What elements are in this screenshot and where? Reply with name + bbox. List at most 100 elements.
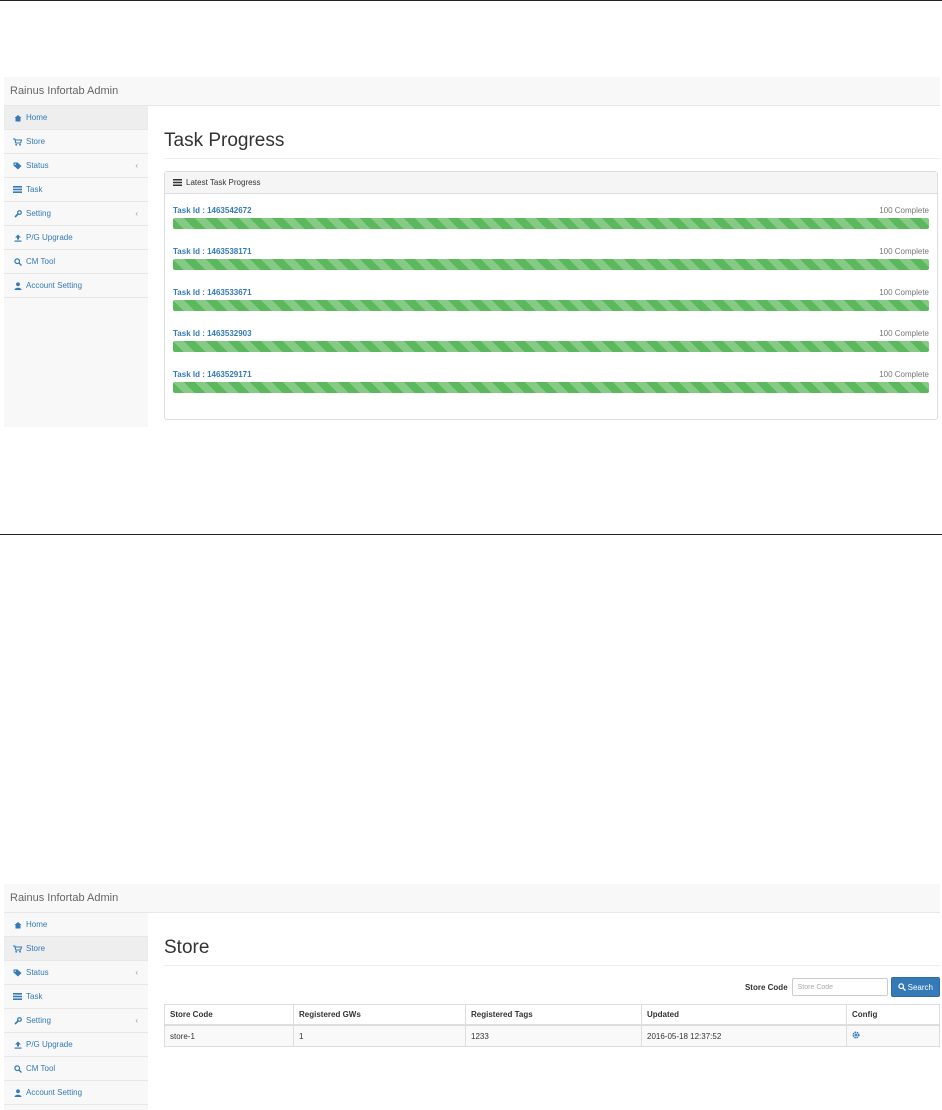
sidebar-item-label: Store xyxy=(26,137,46,146)
sidebar-item-setting[interactable]: Setting ‹ xyxy=(4,202,148,226)
sidebar-item-account-setting[interactable]: Account Setting xyxy=(4,274,148,298)
home-icon xyxy=(12,921,23,929)
upload-icon xyxy=(12,234,23,242)
panel-title: Latest Task Progress xyxy=(186,178,261,187)
progress-bar xyxy=(173,259,929,270)
tag-icon xyxy=(12,162,23,170)
sidebar-item-cm-tool[interactable]: CM Tool xyxy=(4,250,148,274)
task-progress-panel: Latest Task Progress Task Id : 146354267… xyxy=(164,171,938,420)
progress-bar xyxy=(173,300,929,311)
sidebar-item-store[interactable]: Store xyxy=(4,937,148,961)
sidebar-item-task[interactable]: Task xyxy=(4,178,148,202)
sidebar-item-setting[interactable]: Setting ‹ xyxy=(4,1009,148,1033)
column-header[interactable]: Registered Tags xyxy=(465,1004,642,1026)
home-icon xyxy=(12,114,23,122)
store-code-cell: store-1 xyxy=(164,1024,294,1047)
task-item: Task Id : 1463538171 100 Complete xyxy=(173,243,929,270)
task-header: Task Id : 1463529171 100 Complete xyxy=(173,366,929,382)
column-header[interactable]: Registered GWs xyxy=(293,1004,466,1026)
sidebar-item-label: Home xyxy=(26,113,48,122)
task-id-link[interactable]: Task Id : 1463542672 xyxy=(173,206,252,215)
sidebar-item-label: CM Tool xyxy=(26,1064,56,1073)
search-button[interactable]: Search xyxy=(890,977,940,997)
task-item: Task Id : 1463532903 100 Complete xyxy=(173,325,929,352)
sidebar-item-home[interactable]: Home xyxy=(4,913,148,937)
sidebar-item-label: Store xyxy=(26,944,46,953)
task-progress-screen: Rainus Infortab Admin Home Store Status ‹ Ta… xyxy=(4,77,940,427)
task-item: Task Id : 1463533671 100 Complete xyxy=(173,284,929,311)
sidebar-item-label: Home xyxy=(26,920,48,929)
sidebar-item-cm-tool[interactable]: CM Tool xyxy=(4,1057,148,1081)
task-header: Task Id : 1463533671 100 Complete xyxy=(173,284,929,300)
progress-track xyxy=(173,341,929,352)
brand-title[interactable]: Rainus Infortab Admin xyxy=(10,85,118,97)
middle-divider xyxy=(0,534,942,535)
progress-track xyxy=(173,300,929,311)
search-icon xyxy=(12,257,23,266)
user-icon xyxy=(12,281,23,290)
sidebar-item-account-setting[interactable]: Account Setting xyxy=(4,1081,148,1105)
task-id-link[interactable]: Task Id : 1463533671 xyxy=(173,288,252,297)
table-header-row: Store Code Registered GWs Registered Tag… xyxy=(164,1004,940,1026)
search-icon xyxy=(897,983,906,991)
store-screen: Rainus Infortab Admin Home Store Status ‹ Ta… xyxy=(4,884,940,1110)
registered-gws-cell: 1 xyxy=(293,1024,466,1047)
sidebar-item-label: Account Setting xyxy=(26,1088,83,1097)
sidebar-item-label: Setting xyxy=(26,209,51,218)
gear-icon[interactable] xyxy=(852,1031,860,1039)
sidebar: Home Store Status ‹ Task Setting ‹ P/G Upgrade C… xyxy=(4,106,148,427)
cart-icon xyxy=(12,944,23,953)
list-icon xyxy=(173,179,182,186)
store-code-input[interactable] xyxy=(791,978,888,996)
task-item: Task Id : 1463529171 100 Complete xyxy=(173,366,929,393)
sidebar-item-label: Task xyxy=(26,185,43,194)
task-status: 100 Complete xyxy=(879,328,929,338)
progress-track xyxy=(173,259,929,270)
task-status: 100 Complete xyxy=(879,369,929,379)
panel-heading: Latest Task Progress xyxy=(165,172,937,194)
task-id-link[interactable]: Task Id : 1463529171 xyxy=(173,370,252,379)
chevron-left-icon: ‹ xyxy=(135,161,138,170)
chevron-left-icon: ‹ xyxy=(135,209,138,218)
sidebar-item-label: P/G Upgrade xyxy=(26,233,73,242)
sidebar-item-label: CM Tool xyxy=(26,257,56,266)
column-header[interactable]: Store Code xyxy=(164,1004,294,1026)
top-divider xyxy=(0,0,942,1)
search-button-label: Search xyxy=(907,982,933,992)
task-status: 100 Complete xyxy=(879,246,929,256)
sidebar-item-task[interactable]: Task xyxy=(4,985,148,1009)
store-table: Store Code Registered GWs Registered Tag… xyxy=(164,1004,940,1047)
registered-tags-cell: 1233 xyxy=(465,1024,642,1047)
main-content: Task Progress Latest Task Progress Task … xyxy=(164,106,940,420)
chevron-left-icon: ‹ xyxy=(135,968,138,977)
sidebar-item-p-g-upgrade[interactable]: P/G Upgrade xyxy=(4,1033,148,1057)
list-icon xyxy=(12,993,23,1000)
progress-track xyxy=(173,382,929,393)
column-header[interactable]: Updated xyxy=(641,1004,847,1026)
page-title: Store xyxy=(164,913,940,966)
task-header: Task Id : 1463532903 100 Complete xyxy=(173,325,929,341)
sidebar-item-p-g-upgrade[interactable]: P/G Upgrade xyxy=(4,226,148,250)
list-icon xyxy=(12,186,23,193)
task-id-link[interactable]: Task Id : 1463538171 xyxy=(173,247,252,256)
table-row[interactable]: store-1 1 1233 2016-05-18 12:37:52 xyxy=(164,1024,940,1047)
cart-icon xyxy=(12,137,23,146)
updated-cell: 2016-05-18 12:37:52 xyxy=(641,1024,847,1047)
navbar: Rainus Infortab Admin xyxy=(4,77,940,106)
config-cell xyxy=(846,1024,940,1047)
sidebar-item-label: Status xyxy=(26,161,49,170)
search-form: Store Code Search xyxy=(164,976,940,998)
brand-title[interactable]: Rainus Infortab Admin xyxy=(10,892,118,904)
upload-icon xyxy=(12,1041,23,1049)
wrench-icon xyxy=(12,1016,23,1025)
sidebar-item-status[interactable]: Status ‹ xyxy=(4,154,148,178)
main-content: Store Store Code Search Store Code Regis… xyxy=(164,913,940,1047)
sidebar-item-store[interactable]: Store xyxy=(4,130,148,154)
sidebar-item-status[interactable]: Status ‹ xyxy=(4,961,148,985)
progress-bar xyxy=(173,218,929,229)
column-header[interactable]: Config xyxy=(846,1004,940,1026)
task-id-link[interactable]: Task Id : 1463532903 xyxy=(173,329,252,338)
sidebar-item-home[interactable]: Home xyxy=(4,106,148,130)
task-status: 100 Complete xyxy=(879,287,929,297)
chevron-left-icon: ‹ xyxy=(135,1016,138,1025)
